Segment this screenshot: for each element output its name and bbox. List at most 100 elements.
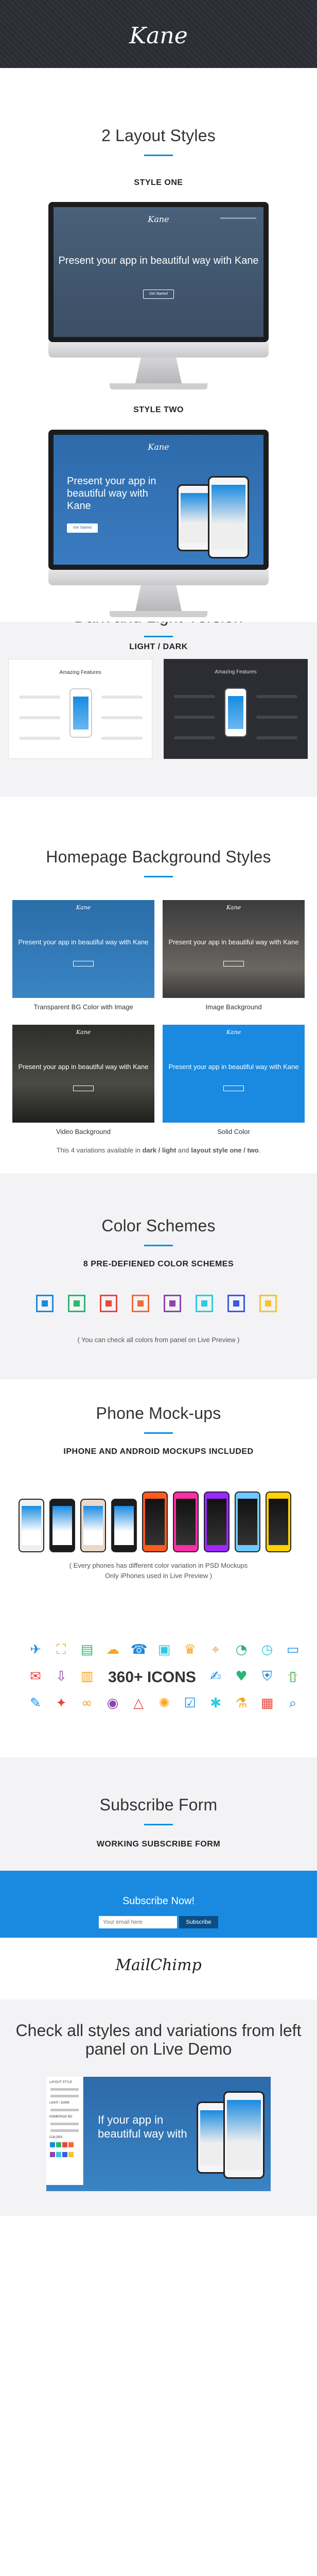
panel-color-swatch[interactable] <box>68 2142 74 2147</box>
laptop-icon: ▭ <box>286 1642 300 1657</box>
search-icon: ⌕ <box>289 1696 297 1711</box>
phone-mockups-title: Phone Mock-ups <box>96 1404 221 1422</box>
color-schemes-title: Color Schemes <box>101 1216 216 1235</box>
puzzle-icon: ✦ <box>56 1696 67 1711</box>
subscribe-box-title: Subscribe Now! <box>122 1895 195 1907</box>
live-demo-section: Check all styles and variations from lef… <box>0 1999 317 2216</box>
phone-icon: ☎ <box>131 1642 148 1657</box>
subscribe-heading-section: Subscribe Form WORKING SUBSCRIBE FORM <box>0 1757 317 1871</box>
color-swatch[interactable] <box>164 1295 181 1312</box>
subscribe-box: Subscribe Now! Subscribe <box>0 1871 317 1938</box>
trophy-icon: ♛ <box>184 1642 196 1657</box>
hero-button[interactable]: Get Started <box>67 523 98 533</box>
thumb-text: Present your app in beautiful way with K… <box>18 1063 149 1071</box>
color-schemes-note: ( You can check all colors from panel on… <box>77 1336 240 1344</box>
thumb-logo: Kane <box>226 1029 241 1036</box>
light-version-preview: Amazing Features <box>8 659 152 759</box>
atom-icon: ✱ <box>210 1696 221 1711</box>
android-mockup <box>173 1492 199 1552</box>
hero-logo: Kane <box>148 214 169 224</box>
color-schemes-subtitle: 8 PRE-DEFIENED COLOR SCHEMES <box>83 1260 234 1268</box>
iphone-mockup <box>111 1499 137 1552</box>
bg-caption: Solid Color <box>217 1128 250 1136</box>
subscribe-subtitle: WORKING SUBSCRIBE FORM <box>96 1840 221 1849</box>
panel-color-swatch[interactable] <box>62 2152 67 2157</box>
panel-color-swatch[interactable] <box>56 2142 61 2147</box>
title-divider <box>144 1824 173 1825</box>
thumb-icon: ✍ <box>210 1669 221 1684</box>
hero-logo: Kane <box>148 442 169 452</box>
book-icon: ▤ <box>80 1642 94 1657</box>
wallet-icon: ▥ <box>80 1669 94 1684</box>
phone-mockups-subtitle: IPHONE AND ANDROID MOCKUPS INCLUDED <box>63 1447 254 1456</box>
title-divider <box>144 876 173 877</box>
cloud-icon: ☁ <box>106 1642 119 1657</box>
chart-icon: ◔ <box>235 1642 248 1657</box>
panel-color-swatch[interactable] <box>62 2142 67 2147</box>
rocket-icon: ✈ <box>30 1642 41 1657</box>
color-swatch[interactable] <box>100 1295 117 1312</box>
color-swatch[interactable] <box>36 1295 54 1312</box>
phone-mockups-section: Phone Mock-ups IPHONE AND ANDROID MOCKUP… <box>0 1379 317 1592</box>
panel-color-swatch[interactable] <box>50 2142 55 2147</box>
demo-hero-text: If your app in beautiful way with <box>98 2113 187 2140</box>
subscribe-title: Subscribe Form <box>99 1795 218 1814</box>
gift-icon: ✉ <box>30 1669 41 1684</box>
color-swatch[interactable] <box>227 1295 245 1312</box>
iphone-mockup <box>49 1499 75 1552</box>
check-icon: ☑ <box>184 1696 196 1711</box>
link-icon: ∞ <box>81 1696 93 1711</box>
subscribe-form-section: Subscribe Now! Subscribe <box>0 1871 317 1938</box>
live-demo-heading: Check all styles and variations from lef… <box>15 2021 302 2058</box>
bg-transparent-color-thumb: Kane Present your app in beautiful way w… <box>12 900 154 998</box>
page-header: Kane <box>0 0 317 68</box>
color-swatch[interactable] <box>259 1295 277 1312</box>
thumb-text: Present your app in beautiful way with K… <box>168 1063 299 1071</box>
camera-icon: ◉ <box>107 1696 119 1711</box>
color-swatch[interactable] <box>132 1295 149 1312</box>
light-dark-section: Dark and Light Version LIGHT / DARK Amaz… <box>0 622 317 797</box>
color-swatch[interactable] <box>68 1295 85 1312</box>
cone-icon: △ <box>133 1696 144 1711</box>
bg-caption: Video Background <box>56 1128 111 1136</box>
panel-color-swatch[interactable] <box>56 2152 61 2157</box>
android-mockup <box>266 1492 291 1552</box>
pin-icon: ⌖ <box>212 1642 220 1657</box>
kane-logo: Kane <box>129 23 188 49</box>
bg-image-thumb: Kane Present your app in beautiful way w… <box>163 900 305 998</box>
panel-color-swatch[interactable] <box>68 2152 74 2157</box>
iphone-mockup <box>19 1499 44 1552</box>
pencil-icon: ✎ <box>30 1696 41 1711</box>
phone-mockup-row <box>0 1492 317 1558</box>
subscribe-button[interactable]: Subscribe <box>179 1916 218 1928</box>
email-input[interactable] <box>99 1916 177 1928</box>
mailchimp-section: MailChimp <box>0 1938 317 1999</box>
layout-styles-section: 2 Layout Styles STYLE ONE Kane Present y… <box>0 68 317 622</box>
hero-nav <box>220 217 256 219</box>
phone-mockup <box>177 484 212 551</box>
color-swatch[interactable] <box>196 1295 213 1312</box>
phone-mockup <box>224 688 247 737</box>
color-schemes-section: Color Schemes 8 PRE-DEFIENED COLOR SCHEM… <box>0 1173 317 1379</box>
monitor-style-two: Kane Present your app in beautiful way w… <box>48 430 269 617</box>
live-demo-screenshot: LAYOUT STYLE LIGHT / DARK HOMEPAGE BG CO… <box>46 2077 271 2191</box>
android-mockup <box>235 1492 260 1552</box>
mobile-icon: ▯ <box>289 1669 297 1684</box>
light-dark-title: Dark and Light Version <box>0 622 317 626</box>
calendar-icon: ▦ <box>260 1696 274 1711</box>
mailchimp-logo: MailChimp <box>115 1956 202 1974</box>
hero-button[interactable]: Get Started <box>143 290 174 299</box>
style-switcher-panel[interactable]: LAYOUT STYLE LIGHT / DARK HOMEPAGE BG CO… <box>46 2077 83 2185</box>
phone-mockup <box>208 476 249 558</box>
clock-icon: ◷ <box>261 1642 273 1657</box>
title-divider <box>144 636 173 637</box>
bg-caption: Image Background <box>205 1003 262 1011</box>
android-mockup <box>142 1492 168 1552</box>
style-one-label: STYLE ONE <box>134 178 183 187</box>
preview-title: Amazing Features <box>59 670 101 675</box>
hero-text: Present your app in beautiful way with K… <box>58 255 259 266</box>
background-styles-title: Homepage Background Styles <box>46 848 271 866</box>
download-icon: ⇩ <box>56 1669 67 1684</box>
android-mockup <box>204 1492 230 1552</box>
panel-color-swatch[interactable] <box>50 2152 55 2157</box>
